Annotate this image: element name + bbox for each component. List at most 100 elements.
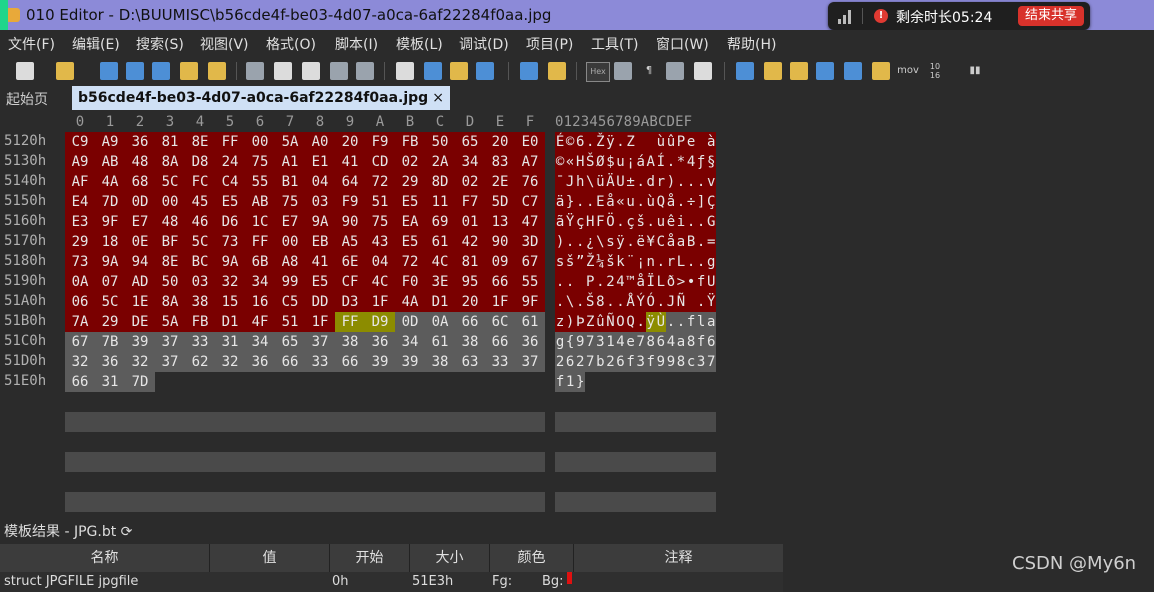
ascii-char[interactable]: ƒ <box>696 152 707 172</box>
hex-byte[interactable]: 73 <box>65 252 95 272</box>
hex-byte[interactable]: 24 <box>215 152 245 172</box>
hex-byte[interactable]: 06 <box>65 292 95 312</box>
hex-byte[interactable]: 29 <box>65 232 95 252</box>
hex-byte[interactable]: 41 <box>335 152 365 172</box>
ascii-char[interactable]: r <box>655 172 666 192</box>
ascii-char[interactable]: . <box>696 172 707 192</box>
ascii-char[interactable]: . <box>675 172 687 192</box>
ascii-char[interactable]: Ñ <box>675 292 687 312</box>
ascii-char[interactable]: « <box>615 192 626 212</box>
hex-byte[interactable]: 37 <box>155 352 185 372</box>
hex-byte[interactable]: 5C <box>155 172 185 192</box>
ascii-char[interactable]: å <box>635 272 646 292</box>
hex-byte[interactable]: 6C <box>485 312 515 332</box>
ascii-char[interactable]: ¡ <box>625 152 636 172</box>
hex-byte[interactable]: 81 <box>455 252 485 272</box>
ascii-char[interactable]: š <box>565 252 576 272</box>
ascii-char[interactable]: 3 <box>696 352 707 372</box>
replace-icon[interactable] <box>424 62 442 80</box>
hex-byte[interactable]: 18 <box>95 232 125 252</box>
ascii-char[interactable]: $ <box>605 152 616 172</box>
hex-byte[interactable]: 55 <box>245 172 275 192</box>
ascii-char[interactable]: Ž <box>595 132 606 152</box>
hex-byte[interactable]: 4C <box>425 252 455 272</box>
goto-icon[interactable] <box>476 62 494 80</box>
hex-byte[interactable]: 7D <box>125 372 155 392</box>
hex-byte[interactable]: A9 <box>65 152 95 172</box>
menu-project[interactable]: 项目(P) <box>526 34 573 54</box>
hex-byte[interactable]: 33 <box>185 332 215 352</box>
col-color[interactable]: 颜色 <box>490 544 574 572</box>
hex-byte[interactable]: FF <box>245 232 275 252</box>
ascii-char[interactable]: F <box>595 212 606 232</box>
hex-byte[interactable]: 16 <box>245 292 275 312</box>
ascii-char[interactable]: ÿ <box>605 132 616 152</box>
list-icon[interactable] <box>666 62 684 80</box>
folder-icon[interactable] <box>208 62 226 80</box>
hex-byte[interactable]: E0 <box>515 132 545 152</box>
cut-icon[interactable] <box>246 62 264 80</box>
ascii-char[interactable]: a <box>675 232 687 252</box>
hex-byte[interactable]: D3 <box>335 292 365 312</box>
col-size[interactable]: 大小 <box>410 544 490 572</box>
ascii-char[interactable] <box>686 292 697 312</box>
hex-byte[interactable]: F0 <box>395 272 425 292</box>
hex-byte[interactable]: A8 <box>275 252 305 272</box>
hex-byte[interactable]: 37 <box>305 332 335 352</box>
hex-byte[interactable]: E3 <box>65 212 95 232</box>
hex-byte[interactable]: 39 <box>395 352 425 372</box>
hex-byte[interactable]: 76 <box>515 172 545 192</box>
ascii-char[interactable]: 8 <box>675 352 687 372</box>
menu-template[interactable]: 模板(L) <box>396 34 443 54</box>
col-comment[interactable]: 注释 <box>574 544 783 572</box>
paste-icon[interactable] <box>302 62 320 80</box>
hex-byte[interactable]: 61 <box>515 312 545 332</box>
hex-byte[interactable]: 32 <box>215 272 245 292</box>
ascii-char[interactable]: f <box>696 272 707 292</box>
hex-byte[interactable]: A5 <box>335 232 365 252</box>
col-value[interactable]: 值 <box>210 544 330 572</box>
hex-byte[interactable]: C5 <box>275 292 305 312</box>
hex-byte[interactable]: 4A <box>95 172 125 192</box>
hex-byte[interactable]: 83 <box>485 152 515 172</box>
ascii-char[interactable]: U <box>706 272 717 292</box>
hex-byte[interactable]: 94 <box>125 252 155 272</box>
hex-byte[interactable]: 41 <box>305 252 335 272</box>
hex-byte[interactable]: 20 <box>335 132 365 152</box>
close-tab-icon[interactable]: × <box>432 90 444 106</box>
ascii-char[interactable]: ã <box>555 212 566 232</box>
ascii-char[interactable]: H <box>575 152 586 172</box>
hex-byte[interactable]: 3E <box>425 272 455 292</box>
hex-byte[interactable]: F9 <box>335 192 365 212</box>
hex-byte[interactable]: 02 <box>395 152 425 172</box>
hex-byte[interactable]: 04 <box>305 172 335 192</box>
ascii-char[interactable]: å <box>605 192 616 212</box>
ascii-char[interactable]: 2 <box>605 272 616 292</box>
ascii-char[interactable]: n <box>645 252 656 272</box>
hex-byte[interactable]: AB <box>95 152 125 172</box>
end-share-button[interactable]: 结束共享 <box>1018 6 1084 26</box>
ascii-char[interactable]: L <box>675 252 687 272</box>
ascii-char[interactable]: u <box>615 152 626 172</box>
hex-byte[interactable]: A9 <box>95 132 125 152</box>
hex-byte[interactable]: 07 <box>95 272 125 292</box>
hex-byte[interactable]: 67 <box>65 332 95 352</box>
ascii-char[interactable]: . <box>605 292 616 312</box>
hex-byte[interactable]: 43 <box>365 232 395 252</box>
hex-byte[interactable]: 36 <box>125 132 155 152</box>
ascii-char[interactable]: Ç <box>706 192 717 212</box>
hex-byte[interactable]: 03 <box>185 272 215 292</box>
ascii-char[interactable]: 6 <box>655 332 666 352</box>
hex-byte[interactable]: 34 <box>455 152 485 172</box>
hex-byte[interactable]: 36 <box>365 332 395 352</box>
ascii-char[interactable]: Š <box>585 292 596 312</box>
hex-byte[interactable]: 3D <box>515 232 545 252</box>
hex-byte[interactable]: 00 <box>155 192 185 212</box>
hex-byte[interactable]: D1 <box>425 292 455 312</box>
ascii-char[interactable]: J <box>565 172 576 192</box>
hex-byte[interactable]: 48 <box>125 152 155 172</box>
hex-byte[interactable]: DD <box>305 292 335 312</box>
open-project-icon[interactable] <box>180 62 198 80</box>
ascii-char[interactable]: ) <box>665 172 676 192</box>
percent-icon[interactable] <box>844 62 862 80</box>
